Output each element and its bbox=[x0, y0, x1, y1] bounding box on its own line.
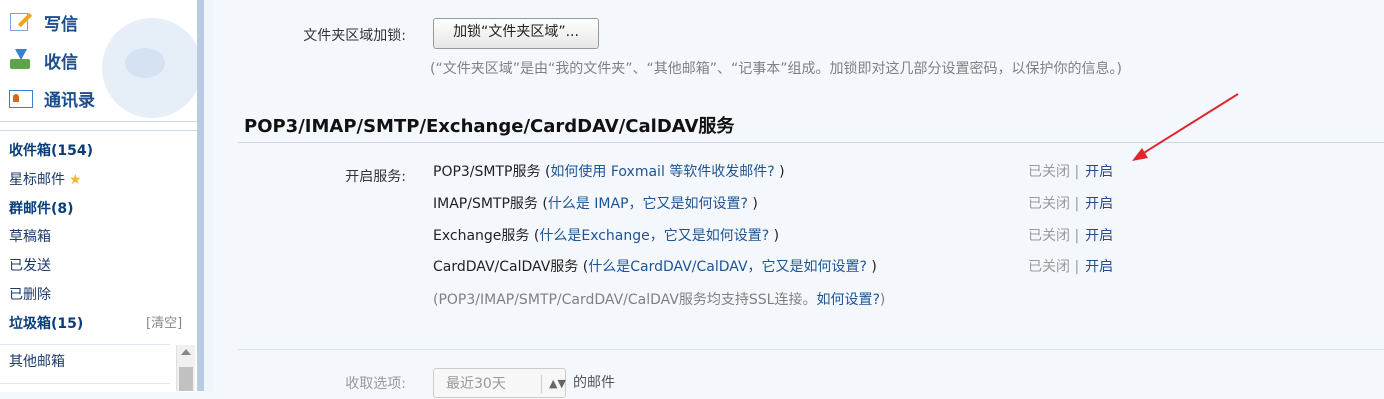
star-icon: ★ bbox=[69, 172, 82, 188]
compose-label: 写信 bbox=[44, 14, 78, 35]
sidebar-scrollbar[interactable] bbox=[176, 345, 195, 391]
service-row-imap: IMAP/SMTP服务 (什么是 IMAP，它又是如何设置? ) bbox=[433, 193, 758, 215]
ssl-note: (POP3/IMAP/SMTP/CardDAV/CalDAV服务均支持SSL连接… bbox=[433, 289, 885, 309]
inbox-check-label: 收信 bbox=[44, 52, 78, 73]
folder-divider bbox=[0, 344, 170, 345]
enable-service-label: 开启服务: bbox=[345, 169, 406, 185]
folder-spam[interactable]: 垃圾箱(15) bbox=[9, 313, 83, 335]
receive-range-select[interactable]: 最近30天 ▲▼ bbox=[433, 368, 566, 398]
paren: ( bbox=[529, 228, 540, 244]
paren: ) bbox=[774, 164, 785, 180]
folder-divider bbox=[0, 383, 170, 384]
annotation-arrow-icon bbox=[1132, 93, 1239, 161]
paren: ) bbox=[769, 228, 780, 244]
folder-drafts[interactable]: 草稿箱 bbox=[9, 226, 51, 248]
status-separator: | bbox=[1074, 164, 1080, 180]
scrollbar-thumb[interactable] bbox=[179, 367, 193, 391]
paren: ( bbox=[578, 259, 589, 275]
folder-inbox[interactable]: 收件箱(154) bbox=[9, 140, 93, 162]
receive-range-value: 最近30天 bbox=[446, 376, 506, 392]
section-divider bbox=[238, 349, 1384, 350]
clear-spam-link[interactable]: [清空] bbox=[146, 313, 182, 335]
quick-actions-panel: 写信 收信 通讯录 bbox=[0, 0, 197, 122]
status-pop3: 已关闭 | 开启 bbox=[1028, 161, 1113, 183]
status-closed: 已关闭 bbox=[1028, 228, 1070, 244]
contacts-button[interactable]: 通讯录 bbox=[8, 83, 95, 113]
folder-lock-note: (“文件夹区域”是由“我的文件夹”、“其他邮箱”、“记事本”组成。加锁即对这几部… bbox=[430, 61, 1122, 77]
service-name: CardDAV/CalDAV服务 bbox=[433, 259, 579, 275]
lock-folder-area-button[interactable]: 加锁“文件夹区域”... bbox=[433, 18, 599, 49]
ssl-note-close: ) bbox=[879, 292, 886, 308]
service-name: IMAP/SMTP服务 bbox=[433, 196, 538, 212]
status-exchange: 已关闭 | 开启 bbox=[1028, 225, 1113, 247]
service-row-exchange: Exchange服务 (什么是Exchange，它又是如何设置? ) bbox=[433, 225, 779, 247]
service-row-carddav: CardDAV/CalDAV服务 (什么是CardDAV/CalDAV，它又是如… bbox=[433, 256, 877, 278]
folder-list: 收件箱(154) 星标邮件 ★ 群邮件(8) 草稿箱 已发送 已删除 垃圾箱(15… bbox=[0, 130, 197, 392]
status-closed: 已关闭 bbox=[1028, 196, 1070, 212]
select-divider bbox=[541, 375, 542, 393]
folder-starred-label: 星标邮件 bbox=[9, 172, 65, 188]
status-carddav: 已关闭 | 开启 bbox=[1028, 256, 1113, 278]
enable-pop3-link[interactable]: 开启 bbox=[1085, 164, 1113, 180]
updown-arrows-icon: ▲▼ bbox=[549, 377, 566, 390]
status-separator: | bbox=[1074, 259, 1080, 275]
status-imap: 已关闭 | 开启 bbox=[1028, 193, 1113, 215]
sidebar-splitter[interactable] bbox=[197, 0, 204, 391]
content-gutter bbox=[204, 0, 213, 391]
write-icon bbox=[8, 11, 34, 33]
ssl-note-text: (POP3/IMAP/SMTP/CardDAV/CalDAV服务均支持SSL连接… bbox=[433, 292, 817, 308]
folder-deleted[interactable]: 已删除 bbox=[9, 284, 51, 306]
folder-starred[interactable]: 星标邮件 ★ bbox=[9, 169, 82, 191]
help-link-exchange[interactable]: 什么是Exchange，它又是如何设置? bbox=[539, 228, 769, 244]
receive-suffix: 的邮件 bbox=[573, 375, 615, 391]
left-sidebar: 写信 收信 通讯录 收件箱(154) 星标邮件 ★ 群邮件(8) 草稿箱 已发送 … bbox=[0, 0, 197, 392]
paren: ( bbox=[540, 164, 551, 180]
contacts-label: 通讯录 bbox=[44, 90, 95, 111]
scroll-up-arrow-icon[interactable] bbox=[181, 349, 191, 355]
service-name: POP3/SMTP服务 bbox=[433, 164, 541, 180]
section-title: POP3/IMAP/SMTP/Exchange/CardDAV/CalDAV服务 bbox=[244, 116, 735, 137]
status-separator: | bbox=[1074, 228, 1080, 244]
help-link-imap[interactable]: 什么是 IMAP，它又是如何设置? bbox=[548, 196, 748, 212]
paren: ( bbox=[537, 196, 548, 212]
enable-imap-link[interactable]: 开启 bbox=[1085, 196, 1113, 212]
qq-penguin-watermark-detail bbox=[125, 48, 165, 78]
status-separator: | bbox=[1074, 196, 1080, 212]
download-inbox-icon bbox=[8, 49, 34, 71]
folder-lock-label: 文件夹区域加锁: bbox=[303, 28, 406, 44]
folder-other-mailboxes[interactable]: 其他邮箱 bbox=[9, 351, 65, 373]
paren: ) bbox=[747, 196, 758, 212]
contact-card-icon bbox=[8, 87, 34, 109]
folder-group-mail[interactable]: 群邮件(8) bbox=[9, 198, 74, 220]
service-name: Exchange服务 bbox=[433, 228, 530, 244]
enable-exchange-link[interactable]: 开启 bbox=[1085, 228, 1113, 244]
inbox-check-button[interactable]: 收信 bbox=[8, 45, 78, 75]
help-link-carddav[interactable]: 什么是CardDAV/CalDAV，它又是如何设置? bbox=[588, 259, 867, 275]
receive-options-label: 收取选项: bbox=[345, 376, 406, 392]
paren: ) bbox=[866, 259, 877, 275]
service-row-pop3: POP3/SMTP服务 (如何使用 Foxmail 等软件收发邮件? ) bbox=[433, 161, 785, 183]
status-closed: 已关闭 bbox=[1028, 164, 1070, 180]
compose-button[interactable]: 写信 bbox=[8, 7, 78, 37]
help-link-pop3[interactable]: 如何使用 Foxmail 等软件收发邮件? bbox=[550, 164, 774, 180]
status-closed: 已关闭 bbox=[1028, 259, 1070, 275]
ssl-help-link[interactable]: 如何设置? bbox=[816, 292, 879, 308]
folder-sent[interactable]: 已发送 bbox=[9, 255, 51, 277]
enable-carddav-link[interactable]: 开启 bbox=[1085, 259, 1113, 275]
